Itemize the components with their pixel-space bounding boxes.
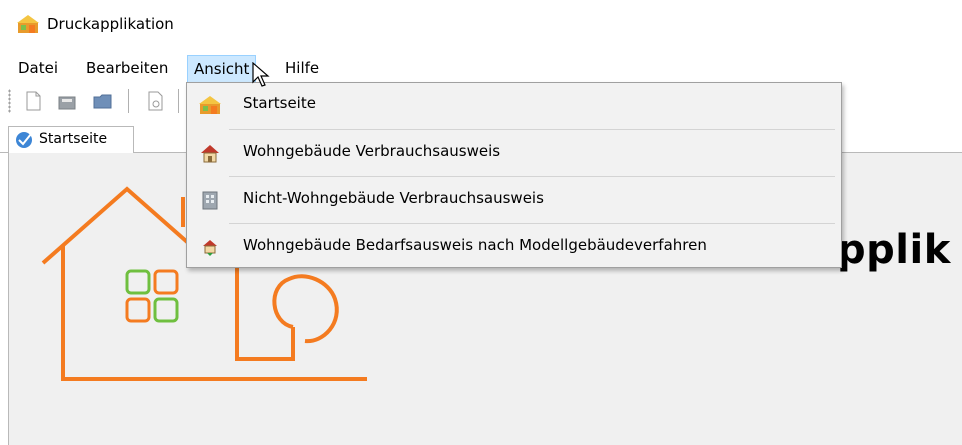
menu-item-startseite[interactable]: Startseite: [187, 83, 841, 127]
menu-separator: [229, 176, 835, 177]
house-icon: [201, 145, 219, 163]
new-file-icon[interactable]: [22, 89, 44, 113]
mouse-cursor-icon: [252, 62, 270, 87]
print-preview-icon[interactable]: [144, 89, 166, 113]
page-heading: pplik: [837, 227, 951, 273]
menu-separator: [229, 223, 835, 224]
tab-label: Startseite: [39, 131, 108, 147]
tab-startseite[interactable]: Startseite: [8, 126, 134, 154]
toolbar-separator: [178, 89, 179, 113]
menu-hilfe[interactable]: Hilfe: [279, 55, 325, 83]
menu-datei[interactable]: Datei: [12, 55, 64, 83]
menu-item-label: Wohngebäude Bedarfsausweis nach Modellge…: [243, 236, 707, 254]
menu-bearbeiten[interactable]: Bearbeiten: [80, 55, 174, 83]
toolbar-grip[interactable]: [8, 89, 11, 113]
app-house-icon: [17, 15, 39, 33]
menu-item-label: Startseite: [243, 94, 316, 112]
menu-ansicht[interactable]: Ansicht: [187, 55, 257, 83]
menu-separator: [229, 129, 835, 130]
menu-item-wohngebaeude-verbrauchsausweis[interactable]: Wohngebäude Verbrauchsausweis: [187, 131, 841, 175]
menu-bar: Datei Bearbeiten Ansicht Hilfe: [0, 55, 962, 85]
house-arrows-icon: [203, 240, 217, 256]
menu-item-label: Nicht-Wohngebäude Verbrauchsausweis: [243, 189, 544, 207]
building-icon: [202, 191, 218, 210]
ansicht-dropdown-menu: Startseite Wohngebäude Verbrauchsausweis…: [186, 82, 842, 268]
menu-item-wohngebaeude-bedarfsausweis[interactable]: Wohngebäude Bedarfsausweis nach Modellge…: [187, 225, 841, 269]
toolbar-separator: [128, 89, 129, 113]
open-folder-icon[interactable]: [92, 89, 114, 113]
globe-check-icon: [16, 132, 32, 148]
menu-item-label: Wohngebäude Verbrauchsausweis: [243, 142, 501, 160]
app-house-icon: [199, 96, 221, 114]
title-bar: Druckapplikation: [0, 0, 962, 50]
menu-item-nicht-wohngebaeude-verbrauchsausweis[interactable]: Nicht-Wohngebäude Verbrauchsausweis: [187, 178, 841, 222]
window-title: Druckapplikation: [47, 15, 174, 33]
save-icon[interactable]: [56, 89, 78, 113]
